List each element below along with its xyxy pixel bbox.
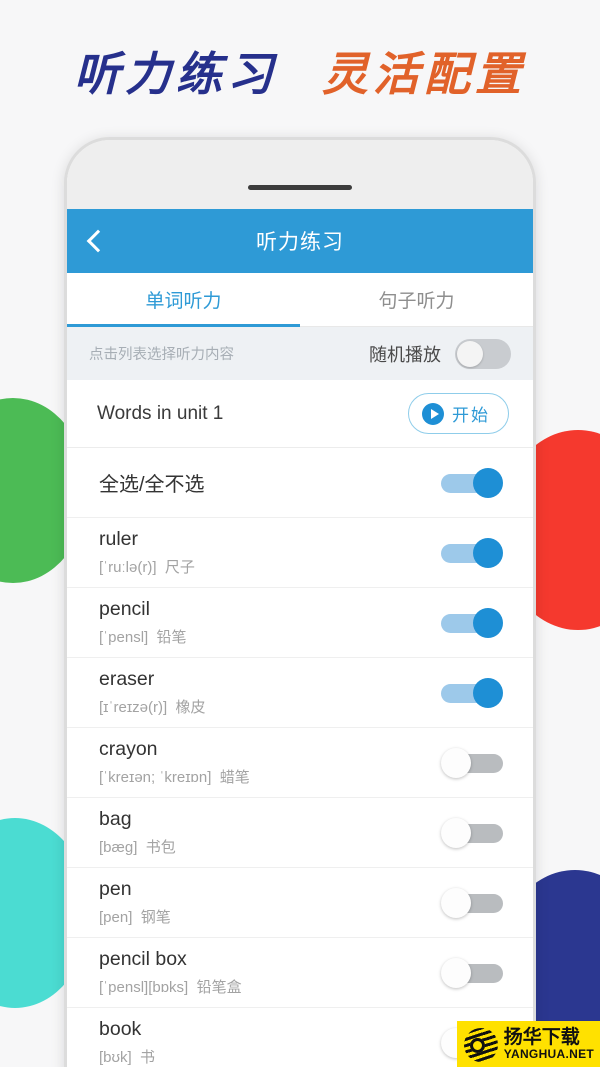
word-meaning: 橡皮 (175, 699, 206, 716)
list-item[interactable]: bag [bæg] 书包 (67, 798, 533, 868)
random-play-switch[interactable] (455, 338, 511, 369)
word-meaning: 尺子 (164, 559, 195, 576)
tab-label: 单词听力 (145, 291, 222, 312)
word-phonetic: [ɪˈreɪzə(r)] (99, 699, 168, 716)
watermark-badge: 扬华下载 YANGHUA.NET (456, 1021, 600, 1067)
select-all-toggle[interactable] (441, 466, 503, 500)
word-phonetic: [ˈruːlə(r)] (99, 559, 157, 576)
word-toggle[interactable] (441, 956, 503, 990)
word-phonetic: [pen] (99, 909, 133, 926)
word-list: 全选/全不选 ruler [ˈruːlə(r)] 尺子 pencil [ˈpen… (67, 448, 533, 1067)
word-toggle[interactable] (441, 606, 503, 640)
word-toggle[interactable] (441, 746, 503, 780)
unit-header-row[interactable]: Words in unit 1 开始 (67, 380, 533, 448)
word-meaning: 铅笔盒 (196, 979, 242, 996)
play-icon (422, 402, 444, 425)
list-item[interactable]: pencil [ˈpensl] 铅笔 (67, 588, 533, 658)
select-all-row[interactable]: 全选/全不选 (67, 448, 533, 518)
select-all-label: 全选/全不选 (99, 474, 205, 496)
word-phonetic: [bæg] (99, 839, 138, 856)
watermark-site-url: YANGHUA.NET (503, 1047, 594, 1062)
word-text: eraser (99, 668, 155, 690)
list-item[interactable]: crayon [ˈkreɪən; ˈkreɪɒn] 蜡笔 (67, 728, 533, 798)
hint-text: 点击列表选择听力内容 (89, 347, 234, 363)
hint-bar: 点击列表选择听力内容 随机播放 (67, 327, 533, 380)
word-toggle[interactable] (441, 676, 503, 710)
word-meaning: 钢笔 (140, 909, 171, 926)
word-meaning: 铅笔 (156, 629, 187, 646)
list-item[interactable]: pencil box [ˈpensl][bɒks] 铅笔盒 (67, 938, 533, 1008)
headline-text-secondary: 灵活配置 (322, 47, 526, 101)
random-play-label: 随机播放 (369, 344, 441, 365)
page-title: 听力练习 (256, 231, 344, 254)
word-phonetic: [ˈkreɪən; ˈkreɪɒn] (99, 769, 212, 786)
tiger-logo-icon (462, 1026, 499, 1063)
word-phonetic: [ˈpensl] (99, 629, 149, 646)
word-phonetic: [bʊk] (99, 1049, 132, 1066)
word-text: ruler (99, 528, 139, 550)
tab-word-listening[interactable]: 单词听力 (67, 273, 300, 327)
word-text: pencil (99, 598, 150, 620)
phone-speaker-slit (248, 185, 352, 190)
start-button[interactable]: 开始 (408, 393, 509, 434)
word-toggle[interactable] (441, 816, 503, 850)
start-button-label: 开始 (452, 406, 490, 425)
headline-text-primary: 听力练习 (74, 47, 278, 101)
word-meaning: 蜡笔 (219, 769, 250, 786)
word-toggle[interactable] (441, 536, 503, 570)
watermark-site-name: 扬华下载 (503, 1027, 580, 1049)
word-meaning: 书 (140, 1049, 156, 1066)
app-navbar: 听力练习 (67, 209, 533, 273)
list-item[interactable]: eraser [ɪˈreɪzə(r)] 橡皮 (67, 658, 533, 728)
phone-bezel-top (67, 140, 533, 209)
app-screen: 听力练习 单词听力 句子听力 点击列表选择听力内容 随机播放 Words in … (67, 209, 533, 1067)
back-button[interactable] (67, 209, 123, 273)
word-text: book (99, 1018, 142, 1040)
tab-label: 句子听力 (378, 291, 455, 312)
tab-sentence-listening[interactable]: 句子听力 (300, 273, 533, 326)
word-text: pencil box (99, 948, 187, 970)
list-item[interactable]: ruler [ˈruːlə(r)] 尺子 (67, 518, 533, 588)
chevron-left-icon (86, 229, 110, 253)
word-toggle[interactable] (441, 886, 503, 920)
promo-headline: 听力练习 灵活配置 (0, 38, 600, 104)
tab-bar: 单词听力 句子听力 (67, 273, 533, 327)
word-text: pen (99, 878, 132, 900)
unit-name: Words in unit 1 (97, 402, 224, 424)
random-play-control: 随机播放 (369, 338, 511, 369)
phone-mockup: 听力练习 单词听力 句子听力 点击列表选择听力内容 随机播放 Words in … (64, 137, 536, 1067)
word-phonetic: [ˈpensl][bɒks] (99, 979, 189, 996)
word-text: crayon (99, 738, 158, 760)
list-item[interactable]: pen [pen] 钢笔 (67, 868, 533, 938)
word-text: bag (99, 808, 132, 830)
word-meaning: 书包 (145, 839, 176, 856)
